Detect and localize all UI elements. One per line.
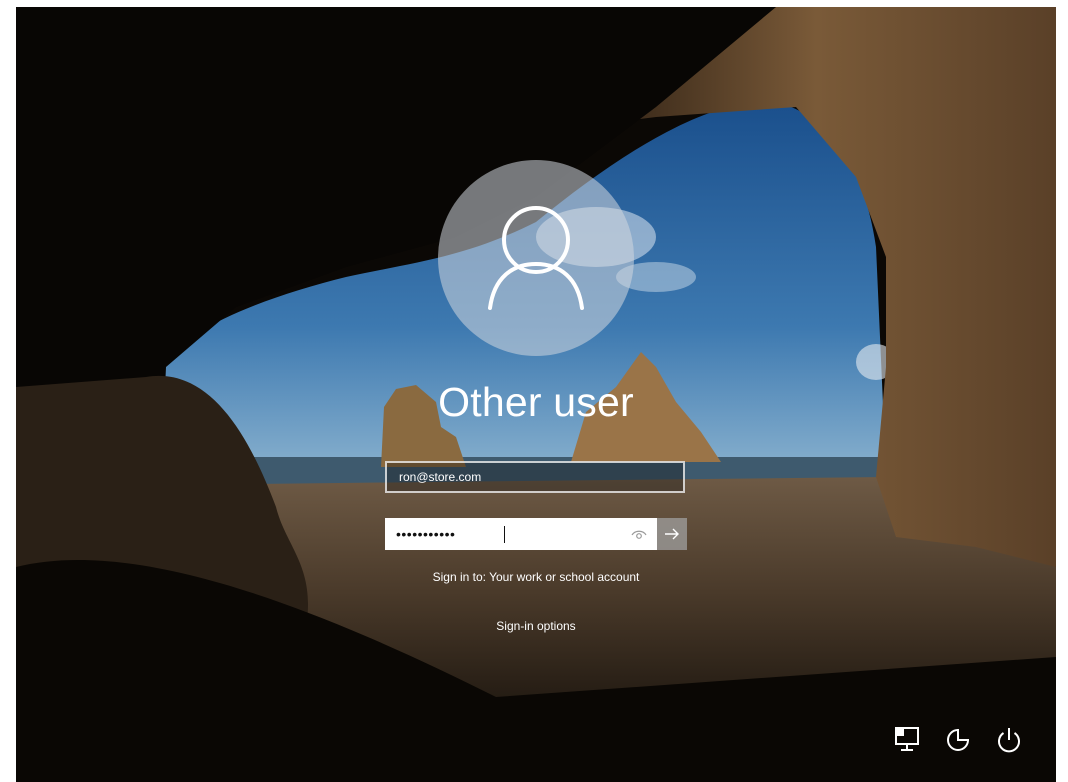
email-field-value: ron@store.com <box>399 470 482 484</box>
user-name: Other user <box>438 379 634 425</box>
sign-in-domain-text: Sign in to: Your work or school account <box>432 570 640 584</box>
lock-screen: Other user ron@store.com ••••••••••• Sig… <box>16 7 1056 782</box>
text-caret <box>504 526 505 543</box>
ease-of-access-icon[interactable] <box>943 725 973 755</box>
eye-icon[interactable] <box>631 529 647 541</box>
network-icon[interactable] <box>892 725 922 755</box>
arrow-right-icon <box>665 528 679 540</box>
user-avatar <box>438 160 634 356</box>
person-icon <box>488 206 584 310</box>
password-field[interactable]: ••••••••••• <box>385 518 657 550</box>
power-icon[interactable] <box>994 725 1024 755</box>
email-field[interactable]: ron@store.com <box>385 461 685 493</box>
password-field-value: ••••••••••• <box>396 526 456 542</box>
sign-in-options-link-row: Sign-in options <box>16 619 1056 633</box>
sign-in-options-link[interactable]: Sign-in options <box>496 619 575 633</box>
submit-button[interactable] <box>657 518 687 550</box>
